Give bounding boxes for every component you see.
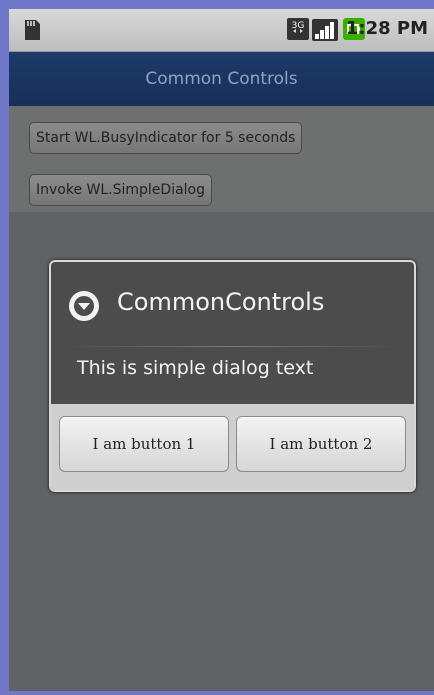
app-title-bar: Common Controls [9, 52, 434, 106]
dialog-title: CommonControls [117, 288, 325, 316]
simple-dialog: CommonControls This is simple dialog tex… [49, 260, 416, 492]
status-bar: 3G 1:28 PM [9, 9, 434, 52]
app-title: Common Controls [145, 69, 298, 89]
chevron-circle-icon [67, 289, 101, 323]
dialog-button-1[interactable]: I am button 1 [59, 416, 229, 472]
3g-icon: 3G [287, 18, 309, 40]
dialog-button-2[interactable]: I am button 2 [236, 416, 406, 472]
dialog-button-bar: I am button 1 I am button 2 [51, 404, 414, 490]
start-busy-indicator-button[interactable]: Start WL.BusyIndicator for 5 seconds [29, 122, 303, 154]
svg-text:3G: 3G [292, 21, 305, 31]
dialog-button-2-label: I am button 2 [269, 435, 373, 453]
dialog-message: This is simple dialog text [77, 357, 314, 379]
dialog-button-1-label: I am button 1 [92, 435, 196, 453]
phone-screen: 3G 1:28 PM Common Controls Start WL.Busy… [9, 9, 434, 691]
invoke-simple-dialog-label: Invoke WL.SimpleDialog [36, 182, 206, 198]
start-busy-indicator-label: Start WL.BusyIndicator for 5 seconds [36, 130, 296, 146]
dialog-divider [65, 346, 400, 347]
signal-icon [312, 19, 338, 41]
dialog-header: CommonControls [51, 262, 414, 338]
sd-card-icon [21, 18, 43, 42]
invoke-simple-dialog-button[interactable]: Invoke WL.SimpleDialog [29, 174, 213, 206]
button-panel: Start WL.BusyIndicator for 5 seconds Inv… [9, 106, 434, 212]
status-time: 1:28 PM [345, 18, 428, 39]
